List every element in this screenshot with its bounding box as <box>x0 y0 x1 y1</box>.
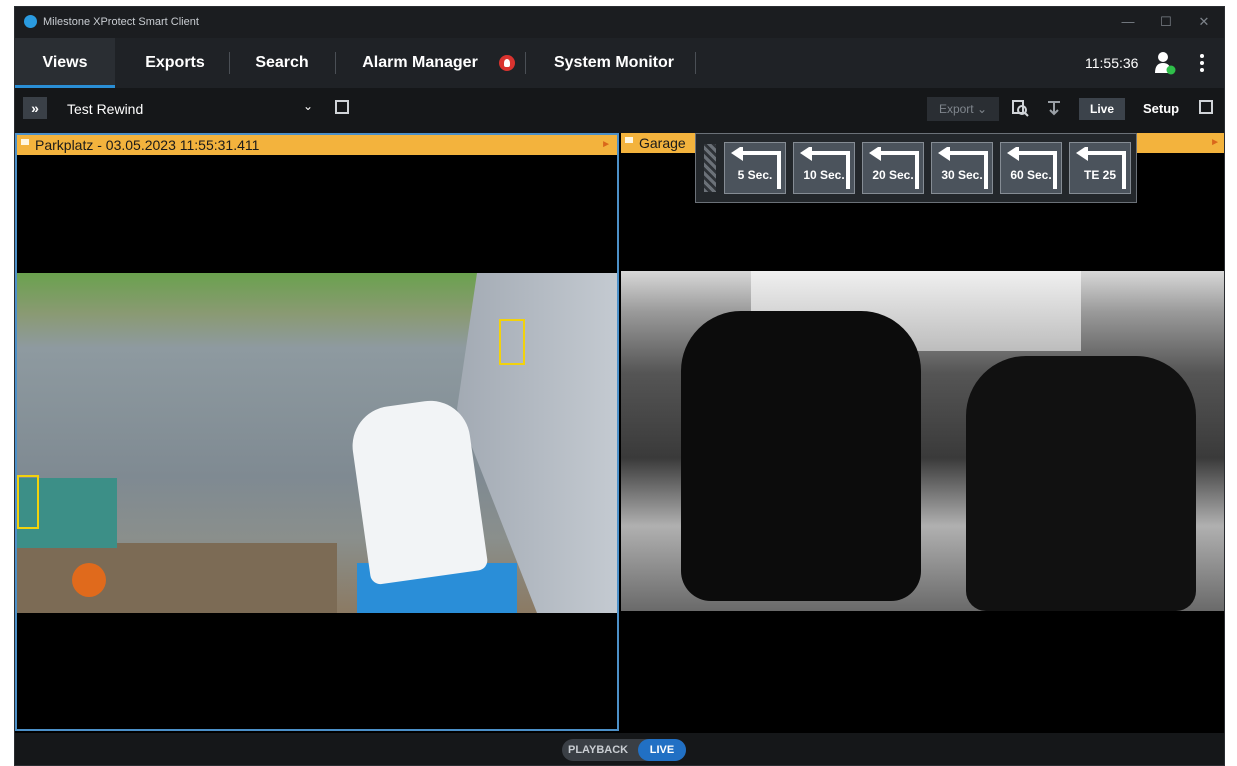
drag-handle-icon[interactable] <box>704 144 716 192</box>
rewind-5-button[interactable]: 5 Sec. <box>724 142 786 194</box>
view-toolbar: » Test Rewind ⌄ Export ⌄ Live Setup <box>15 95 1224 127</box>
alarm-badge-icon[interactable] <box>499 55 515 71</box>
app-window: Milestone XProtect Smart Client — ☐ ✕ Vi… <box>14 6 1225 766</box>
camera-menu-arrow-icon[interactable]: ► <box>601 135 611 155</box>
nav-divider <box>335 52 336 74</box>
camera-title: Parkplatz - 03.05.2023 11:55:31.411 <box>35 137 260 153</box>
view-selector[interactable]: Test Rewind <box>67 101 143 117</box>
window-title: Milestone XProtect Smart Client <box>43 16 199 28</box>
camera-menu-arrow-icon[interactable]: ► <box>1210 133 1220 153</box>
close-button[interactable]: ✕ <box>1189 11 1219 33</box>
app-logo-icon <box>24 15 37 28</box>
live-mode-option[interactable]: LIVE <box>638 739 686 761</box>
playback-mode-option[interactable]: PLAYBACK <box>568 739 628 761</box>
rewind-toolbar: 5 Sec. 10 Sec. 20 Sec. 30 Sec. 60 Sec. T… <box>695 133 1137 203</box>
rewind-te25-button[interactable]: TE 25 <box>1069 142 1131 194</box>
status-bar: PLAYBACK LIVE <box>15 736 1224 765</box>
tab-views[interactable]: Views <box>15 38 115 88</box>
live-button[interactable]: Live <box>1079 98 1125 120</box>
rewind-60-button[interactable]: 60 Sec. <box>1000 142 1062 194</box>
camera-title: Garage <box>639 135 686 151</box>
camera-feed-image <box>621 271 1224 611</box>
rewind-30-button[interactable]: 30 Sec. <box>931 142 993 194</box>
title-bar: Milestone XProtect Smart Client — ☐ ✕ <box>15 7 1224 38</box>
main-nav: Views Exports Search Alarm Manager Syste… <box>15 38 1224 88</box>
camera-tile-garage[interactable]: Garage ► <box>621 133 1224 731</box>
tab-search[interactable]: Search <box>239 38 325 88</box>
nav-divider <box>229 52 230 74</box>
chevron-down-icon[interactable]: ⌄ <box>303 99 313 113</box>
expand-panel-button[interactable]: » <box>23 97 47 119</box>
camera-title-bar: Parkplatz - 03.05.2023 11:55:31.411 ► <box>17 135 617 155</box>
tab-system-monitor[interactable]: System Monitor <box>539 38 689 88</box>
camera-feed-image <box>17 273 617 613</box>
export-button[interactable]: Export ⌄ <box>927 97 999 121</box>
tab-alarm-manager[interactable]: Alarm Manager <box>347 38 493 88</box>
fullscreen-icon[interactable] <box>1199 100 1213 114</box>
detection-box <box>17 475 39 529</box>
setup-button[interactable]: Setup <box>1143 101 1179 116</box>
more-menu-icon[interactable] <box>1197 52 1207 74</box>
detection-box <box>499 319 525 365</box>
camera-flag-icon <box>625 137 633 143</box>
calendar-icon[interactable] <box>335 100 349 114</box>
minimize-button[interactable]: — <box>1113 11 1143 33</box>
search-video-icon[interactable] <box>1011 99 1029 117</box>
rewind-10-button[interactable]: 10 Sec. <box>793 142 855 194</box>
camera-flag-icon <box>21 139 29 145</box>
camera-view-grid: Parkplatz - 03.05.2023 11:55:31.411 ► Ga… <box>15 133 1224 733</box>
mode-toggle[interactable]: PLAYBACK LIVE <box>562 739 686 761</box>
rewind-20-button[interactable]: 20 Sec. <box>862 142 924 194</box>
camera-tile-parkplatz[interactable]: Parkplatz - 03.05.2023 11:55:31.411 ► <box>15 133 619 731</box>
maximize-button[interactable]: ☐ <box>1151 11 1181 33</box>
nav-divider <box>695 52 696 74</box>
tab-exports[interactable]: Exports <box>125 38 225 88</box>
nav-divider <box>525 52 526 74</box>
user-status-icon[interactable] <box>1154 51 1176 75</box>
clock: 11:55:36 <box>1085 55 1139 71</box>
download-icon[interactable] <box>1045 99 1063 117</box>
